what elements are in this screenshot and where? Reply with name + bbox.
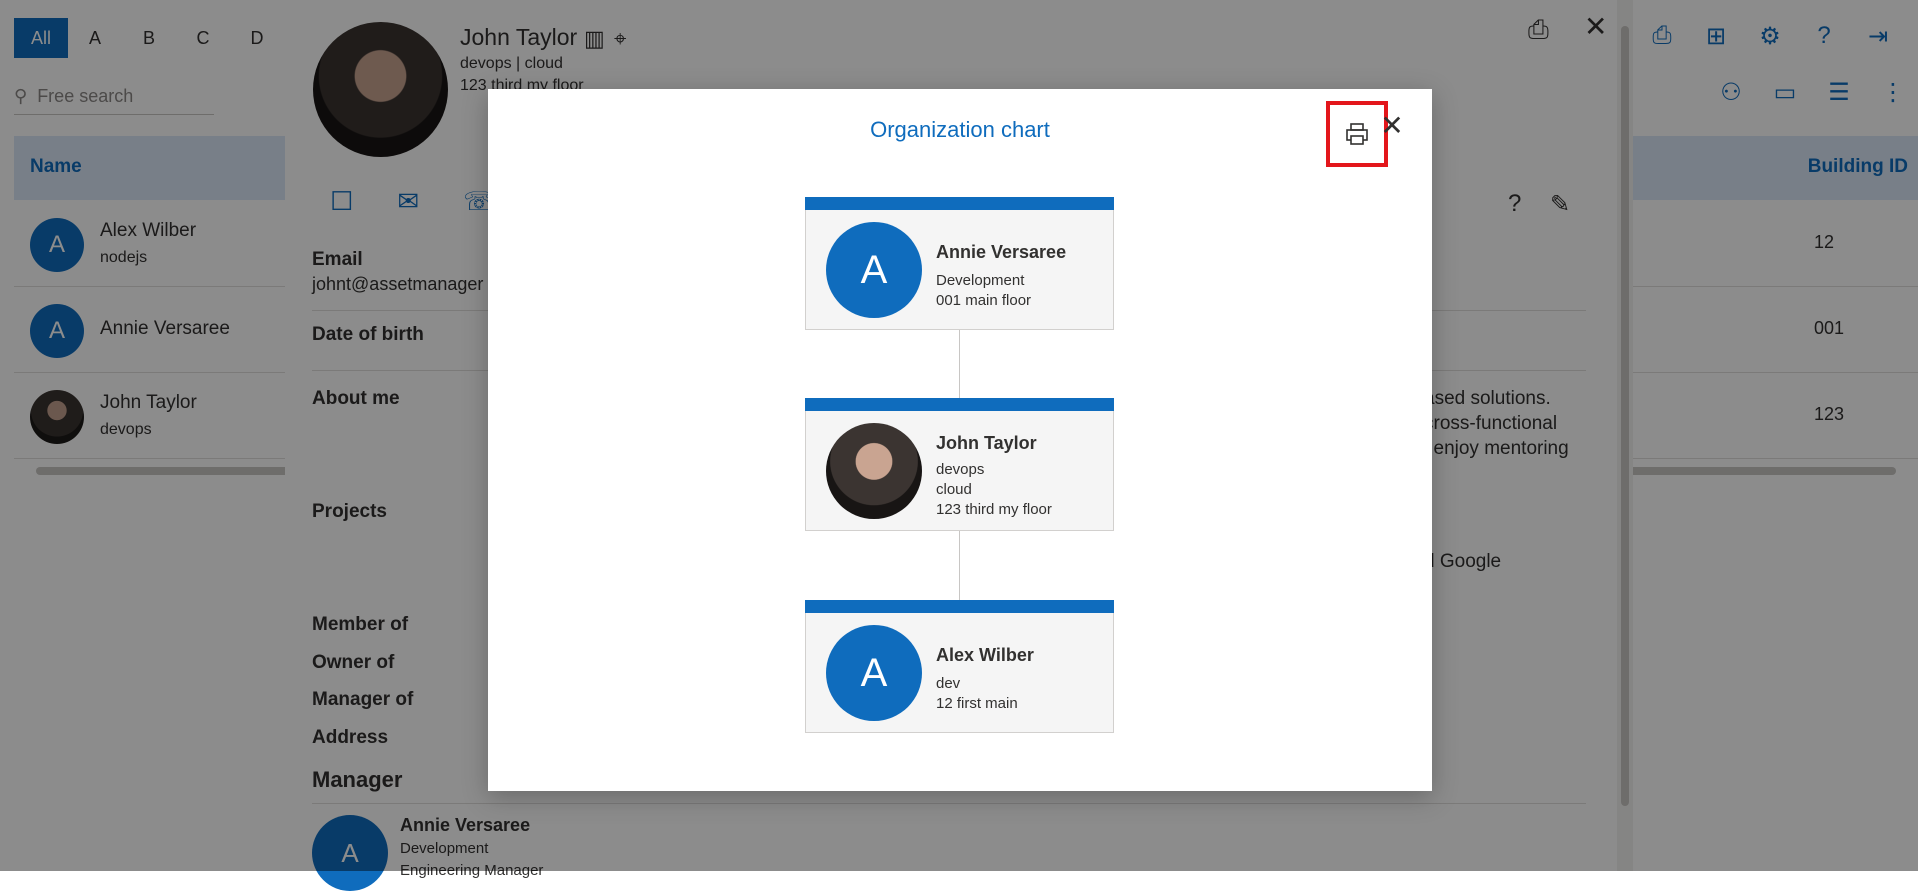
- card-line: devops: [936, 461, 985, 478]
- avatar-photo: [826, 423, 922, 519]
- close-icon: ✕: [1380, 109, 1404, 141]
- card-line: Development: [936, 272, 1025, 289]
- card-line: 123 third my floor: [936, 501, 1052, 518]
- card-line: cloud: [936, 481, 972, 498]
- connector-line: [959, 330, 960, 398]
- card-line: dev: [936, 675, 961, 692]
- org-chart-dialog: Organization chart ✕ A Annie Versaree De…: [488, 89, 1432, 791]
- org-card-manager[interactable]: A Annie Versaree Development 001 main fl…: [805, 197, 1114, 330]
- connector-line: [959, 531, 960, 600]
- card-name: Alex Wilber: [936, 645, 1034, 665]
- card-line: 12 first main: [936, 695, 1018, 712]
- org-card-self[interactable]: John Taylor devops cloud 123 third my fl…: [805, 398, 1114, 531]
- card-line: 001 main floor: [936, 292, 1032, 309]
- card-accent-bar: [805, 600, 1114, 613]
- avatar: A: [826, 625, 922, 721]
- print-icon: [1346, 123, 1368, 145]
- card-accent-bar: [805, 398, 1114, 411]
- avatar: A: [826, 222, 922, 318]
- close-button[interactable]: ✕: [1372, 105, 1412, 145]
- card-name: John Taylor: [936, 433, 1037, 453]
- card-name: Annie Versaree: [936, 242, 1067, 262]
- org-card-report[interactable]: A Alex Wilber dev 12 first main: [805, 600, 1114, 733]
- card-accent-bar: [805, 197, 1114, 210]
- dialog-title: Organization chart: [870, 117, 1050, 142]
